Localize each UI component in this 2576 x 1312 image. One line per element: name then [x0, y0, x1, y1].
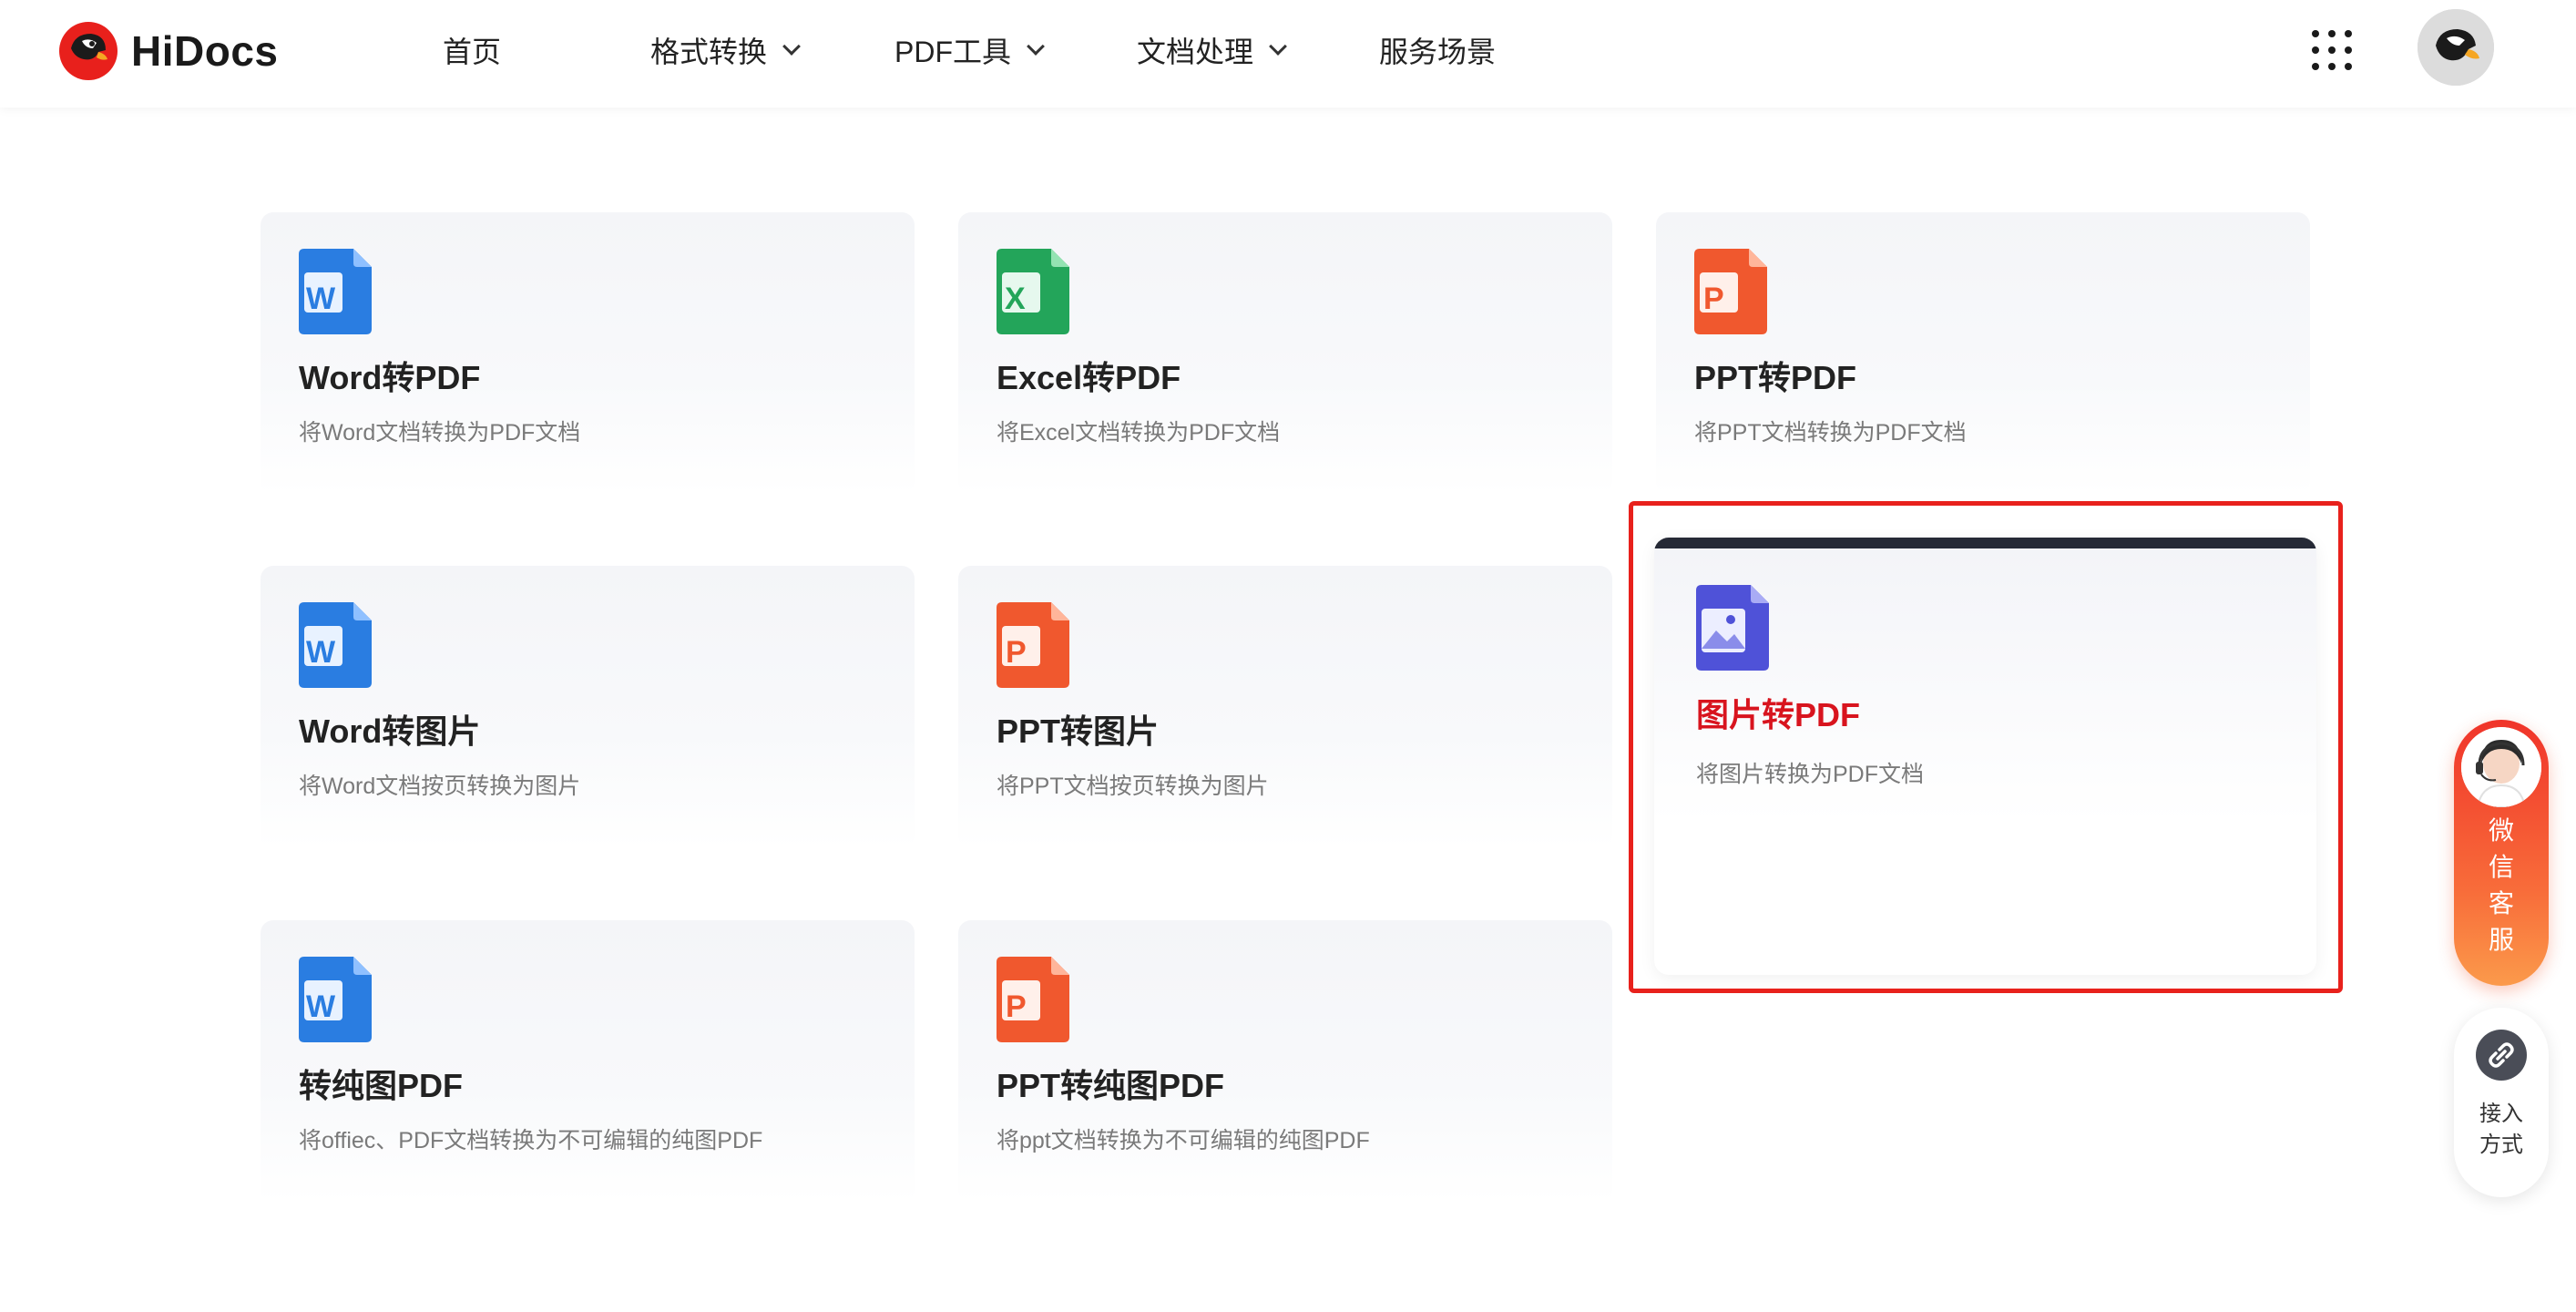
nav-label: 服务场景	[1379, 36, 1497, 68]
user-avatar[interactable]	[2418, 9, 2494, 86]
access-method-label: 接入方式	[2454, 1099, 2549, 1161]
nav-pdf-tools[interactable]: PDF工具	[894, 29, 1045, 71]
tool-card-to-image-pdf[interactable]: W 转纯图PDF 将offiec、PDF文档转换为不可编辑的纯图PDF	[261, 920, 915, 1203]
wechat-support-label: 微信客服	[2454, 813, 2549, 958]
headset-agent-icon	[2461, 727, 2541, 807]
card-title: Word转PDF	[299, 359, 481, 396]
card-description: 将图片转换为PDF文档	[1696, 762, 1925, 787]
nav-home[interactable]: 首页	[443, 29, 501, 71]
tool-card-image-to-pdf[interactable]: 图片转PDF 将图片转换为PDF文档	[1654, 538, 2316, 975]
chevron-down-icon	[1027, 37, 1045, 56]
nav-doc-processing[interactable]: 文档处理	[1137, 29, 1287, 71]
card-description: 将PPT文档按页转换为图片	[997, 774, 1269, 799]
nav-label: 格式转换	[650, 36, 768, 68]
card-title: PPT转图片	[997, 712, 1160, 750]
file-icon-letter: W	[306, 282, 336, 316]
card-description: 将ppt文档转换为不可编辑的纯图PDF	[997, 1128, 1370, 1153]
file-icon-letter: W	[306, 635, 336, 670]
card-description: 将PPT文档转换为PDF文档	[1694, 420, 1967, 446]
card-title: 转纯图PDF	[299, 1067, 464, 1104]
card-title: PPT转PDF	[1694, 359, 1857, 396]
top-navbar: HiDocs 首页 格式转换 PDF工具 文档处理 服务场景	[0, 0, 2576, 108]
tool-card-ppt-to-image[interactable]: P PPT转图片 将PPT文档按页转换为图片	[958, 566, 1612, 848]
grid-dots-icon[interactable]	[2312, 30, 2352, 70]
card-title: Word转图片	[299, 712, 481, 750]
access-method-text: 接入方式	[2479, 1102, 2523, 1157]
logo-text: HiDocs	[131, 27, 279, 75]
card-title: Excel转PDF	[997, 359, 1181, 396]
nav-label: PDF工具	[894, 36, 1012, 68]
card-description: 将Word文档按页转换为图片	[299, 774, 581, 799]
card-active-bar	[1654, 538, 2316, 548]
wechat-support-text: 微信客服	[2488, 816, 2514, 954]
access-method-button[interactable]: 接入方式	[2454, 1008, 2549, 1197]
card-title: PPT转纯图PDF	[997, 1067, 1225, 1104]
dog-logo-icon	[59, 22, 118, 80]
logo[interactable]: HiDocs	[58, 15, 278, 87]
file-icon-letter: P	[1703, 282, 1724, 316]
tool-card-excel-to-pdf[interactable]: X Excel转PDF 将Excel文档转换为PDF文档	[958, 212, 1612, 495]
nav-label: 文档处理	[1137, 36, 1254, 68]
support-agent-avatar	[2461, 727, 2541, 807]
card-title: 图片转PDF	[1696, 696, 1861, 733]
wechat-support-button[interactable]: 微信客服	[2454, 720, 2549, 986]
tool-card-ppt-to-pdf[interactable]: P PPT转PDF 将PPT文档转换为PDF文档	[1656, 212, 2310, 495]
nav-label: 首页	[443, 36, 502, 68]
card-description: 将offiec、PDF文档转换为不可编辑的纯图PDF	[299, 1128, 763, 1153]
chevron-down-icon	[1269, 37, 1287, 56]
user-avatar-icon	[2418, 9, 2494, 86]
tool-card-word-to-image[interactable]: W Word转图片 将Word文档按页转换为图片	[261, 566, 915, 848]
tool-card-ppt-to-image-pdf[interactable]: P PPT转纯图PDF 将ppt文档转换为不可编辑的纯图PDF	[958, 920, 1612, 1203]
file-icon-letter: P	[1006, 989, 1027, 1024]
nav-format-convert[interactable]: 格式转换	[650, 29, 801, 71]
file-icon-letter: P	[1006, 635, 1027, 670]
nav-service-scenarios[interactable]: 服务场景	[1379, 29, 1496, 71]
chevron-down-icon	[782, 37, 801, 56]
image-file-icon	[1696, 585, 1769, 671]
file-icon-letter: W	[306, 989, 336, 1024]
tool-card-word-to-pdf[interactable]: W Word转PDF 将Word文档转换为PDF文档	[261, 212, 915, 495]
card-description: 将Word文档转换为PDF文档	[299, 420, 581, 446]
file-icon-letter: X	[1005, 282, 1026, 316]
link-icon	[2476, 1030, 2527, 1081]
card-description: 将Excel文档转换为PDF文档	[997, 420, 1281, 446]
